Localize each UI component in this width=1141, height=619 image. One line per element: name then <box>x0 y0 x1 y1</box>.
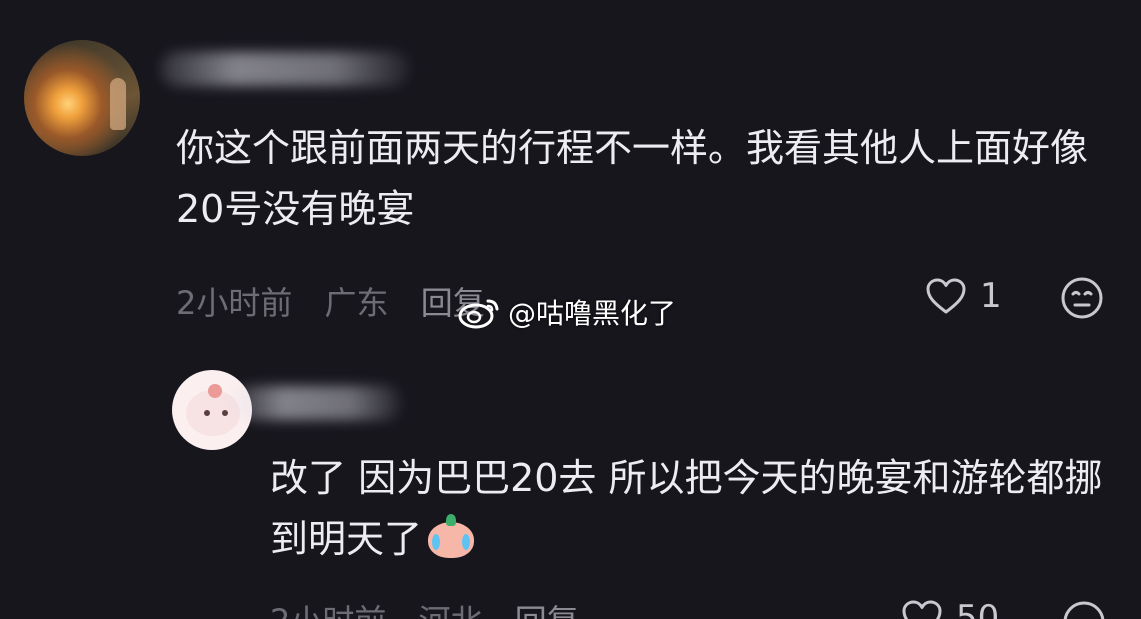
neutral-face-icon[interactable] <box>1062 600 1106 619</box>
heart-outline-icon <box>926 278 966 314</box>
comment-body: 改了 因为巴巴20去 所以把今天的晚宴和游轮都挪到明天了 <box>270 456 1103 561</box>
comment-text: 你这个跟前面两天的行程不一样。我看其他人上面好像20号没有晚宴 <box>176 126 1089 231</box>
avatar-flower <box>208 384 222 398</box>
comment-time: 2小时前 <box>270 602 386 619</box>
watermark: @咕噜黑化了 <box>458 292 676 332</box>
like-button[interactable]: 1 <box>924 276 1002 316</box>
avatar-eye <box>204 410 210 416</box>
comment-location: 广东 <box>324 284 389 322</box>
blurred-username[interactable] <box>160 52 410 86</box>
reply-button[interactable]: 回复 <box>515 602 579 619</box>
neutral-face-icon[interactable] <box>1060 276 1104 320</box>
avatar-eye <box>222 410 228 416</box>
avatar-figure <box>110 78 126 130</box>
heart-outline-icon <box>902 600 942 619</box>
comment-text: 改了 因为巴巴20去 所以把今天的晚宴和游轮都挪到明天了 <box>270 448 1130 570</box>
like-count: 50 <box>956 598 1000 619</box>
crying-peach-emoji-icon <box>426 514 476 560</box>
comment-meta: 2小时前 河北 回复 <box>270 596 601 619</box>
like-button[interactable]: 50 <box>900 598 999 619</box>
comment-location: 河北 <box>419 602 483 619</box>
weibo-logo-icon <box>458 299 499 329</box>
avatar[interactable] <box>24 40 140 156</box>
watermark-text: @咕噜黑化了 <box>508 297 677 330</box>
comment-thread: 你这个跟前面两天的行程不一样。我看其他人上面好像20号没有晚宴 2小时前 广东 … <box>0 0 1141 619</box>
comment-time: 2小时前 <box>176 284 293 322</box>
like-count: 1 <box>980 276 1002 316</box>
blurred-username[interactable] <box>232 386 402 420</box>
